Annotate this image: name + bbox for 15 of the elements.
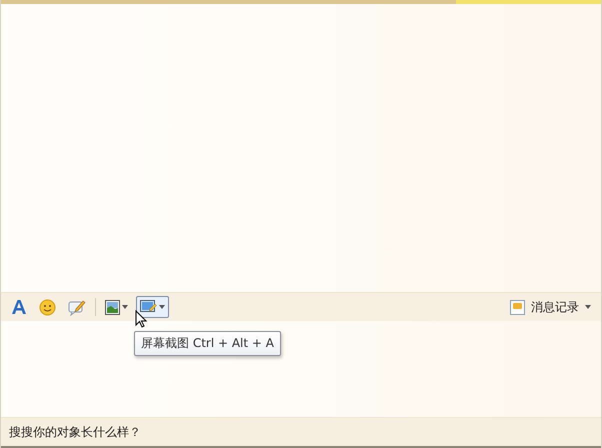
tooltip: 屏幕截图 Ctrl + Alt + A (134, 331, 281, 356)
font-icon (11, 299, 27, 315)
note-pen-icon (68, 298, 86, 316)
image-icon (105, 300, 120, 314)
message-input[interactable] (1, 321, 601, 417)
caret-icon (122, 305, 128, 309)
mouse-pointer-icon (135, 310, 147, 328)
caret-icon (159, 305, 165, 309)
smiley-icon (39, 298, 56, 316)
screenshot-button[interactable] (136, 296, 169, 318)
footer-link[interactable]: 搜搜你的对象长什么样？ (9, 424, 141, 440)
screen-capture-icon (140, 299, 157, 315)
caret-icon (585, 305, 591, 309)
chat-log-icon (510, 300, 525, 314)
message-history-button[interactable]: 消息记录 (506, 298, 595, 316)
